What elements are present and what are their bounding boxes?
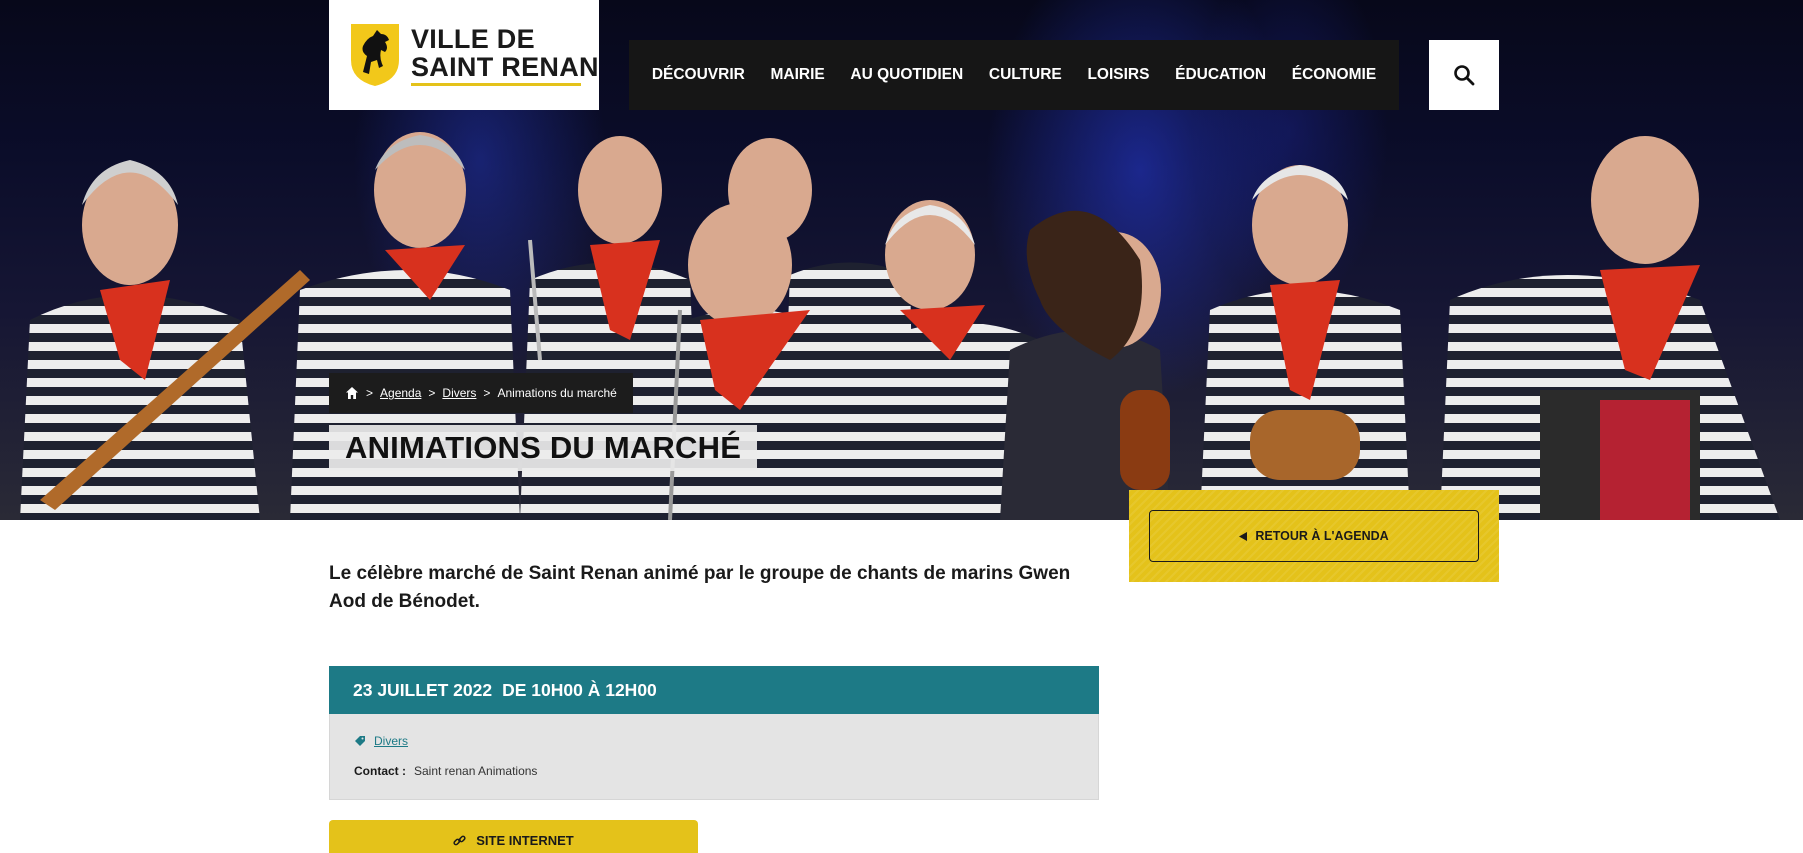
main-navigation: DÉCOUVRIR MAIRIE AU QUOTIDIEN CULTURE LO…: [629, 40, 1399, 110]
shield-horse-icon: [351, 24, 399, 86]
breadcrumb-link-agenda[interactable]: Agenda: [380, 386, 421, 400]
breadcrumb-current: Animations du marché: [497, 386, 617, 400]
contact-label: Contact :: [354, 764, 406, 778]
breadcrumb-separator: >: [428, 386, 436, 400]
retour-agenda-button[interactable]: RETOUR À L'AGENDA: [1149, 510, 1479, 562]
page-title: ANIMATIONS DU MARCHÉ: [345, 430, 742, 465]
nav-item-loisirs[interactable]: LOISIRS: [1087, 66, 1149, 84]
event-date: 23 JUILLET 2022: [353, 679, 493, 700]
triangle-left-icon: [1239, 531, 1248, 541]
breadcrumb-separator: >: [366, 386, 374, 400]
tag-icon: [355, 736, 365, 746]
category-link[interactable]: Divers: [374, 734, 408, 748]
page-title-banner: ANIMATIONS DU MARCHÉ: [329, 425, 758, 471]
contact-value: Saint renan Animations: [414, 764, 538, 778]
search-button[interactable]: [1429, 40, 1499, 110]
nav-item-education[interactable]: ÉDUCATION: [1175, 66, 1266, 84]
event-info-box: Divers Contact : Saint renan Animations: [329, 714, 1099, 800]
nav-item-decouvrir[interactable]: DÉCOUVRIR: [652, 66, 745, 84]
breadcrumb-link-divers[interactable]: Divers: [442, 386, 476, 400]
event-time: DE 10H00 À 12H00: [502, 679, 657, 700]
home-icon[interactable]: [345, 386, 359, 400]
nav-item-mairie[interactable]: MAIRIE: [771, 66, 825, 84]
search-icon: [1454, 65, 1475, 86]
nav-item-au-quotidien[interactable]: AU QUOTIDIEN: [850, 66, 963, 84]
breadcrumb: > Agenda > Divers > Animations du marché: [329, 373, 633, 413]
retour-panel: RETOUR À L'AGENDA: [1129, 490, 1499, 582]
event-date-bar: 23 JUILLET 2022 DE 10H00 À 12H00: [329, 666, 1099, 714]
logo-underline: [411, 82, 581, 86]
link-icon: [453, 835, 466, 845]
contact-row: Contact : Saint renan Animations: [354, 764, 1074, 778]
nav-item-culture[interactable]: CULTURE: [989, 66, 1062, 84]
category-row: Divers: [354, 734, 1074, 748]
retour-agenda-label: RETOUR À L'AGENDA: [1255, 529, 1389, 543]
site-internet-button[interactable]: SITE INTERNET: [329, 820, 698, 853]
event-intro: Le célèbre marché de Saint Renan animé p…: [329, 563, 1071, 612]
logo-line-2: SAINT RENAN: [411, 51, 599, 82]
breadcrumb-separator: >: [483, 386, 491, 400]
logo-line-1: VILLE DE: [411, 23, 535, 54]
site-internet-label: SITE INTERNET: [476, 832, 574, 848]
nav-item-economie[interactable]: ÉCONOMIE: [1292, 66, 1376, 84]
site-logo[interactable]: VILLE DE SAINT RENAN: [329, 0, 599, 110]
